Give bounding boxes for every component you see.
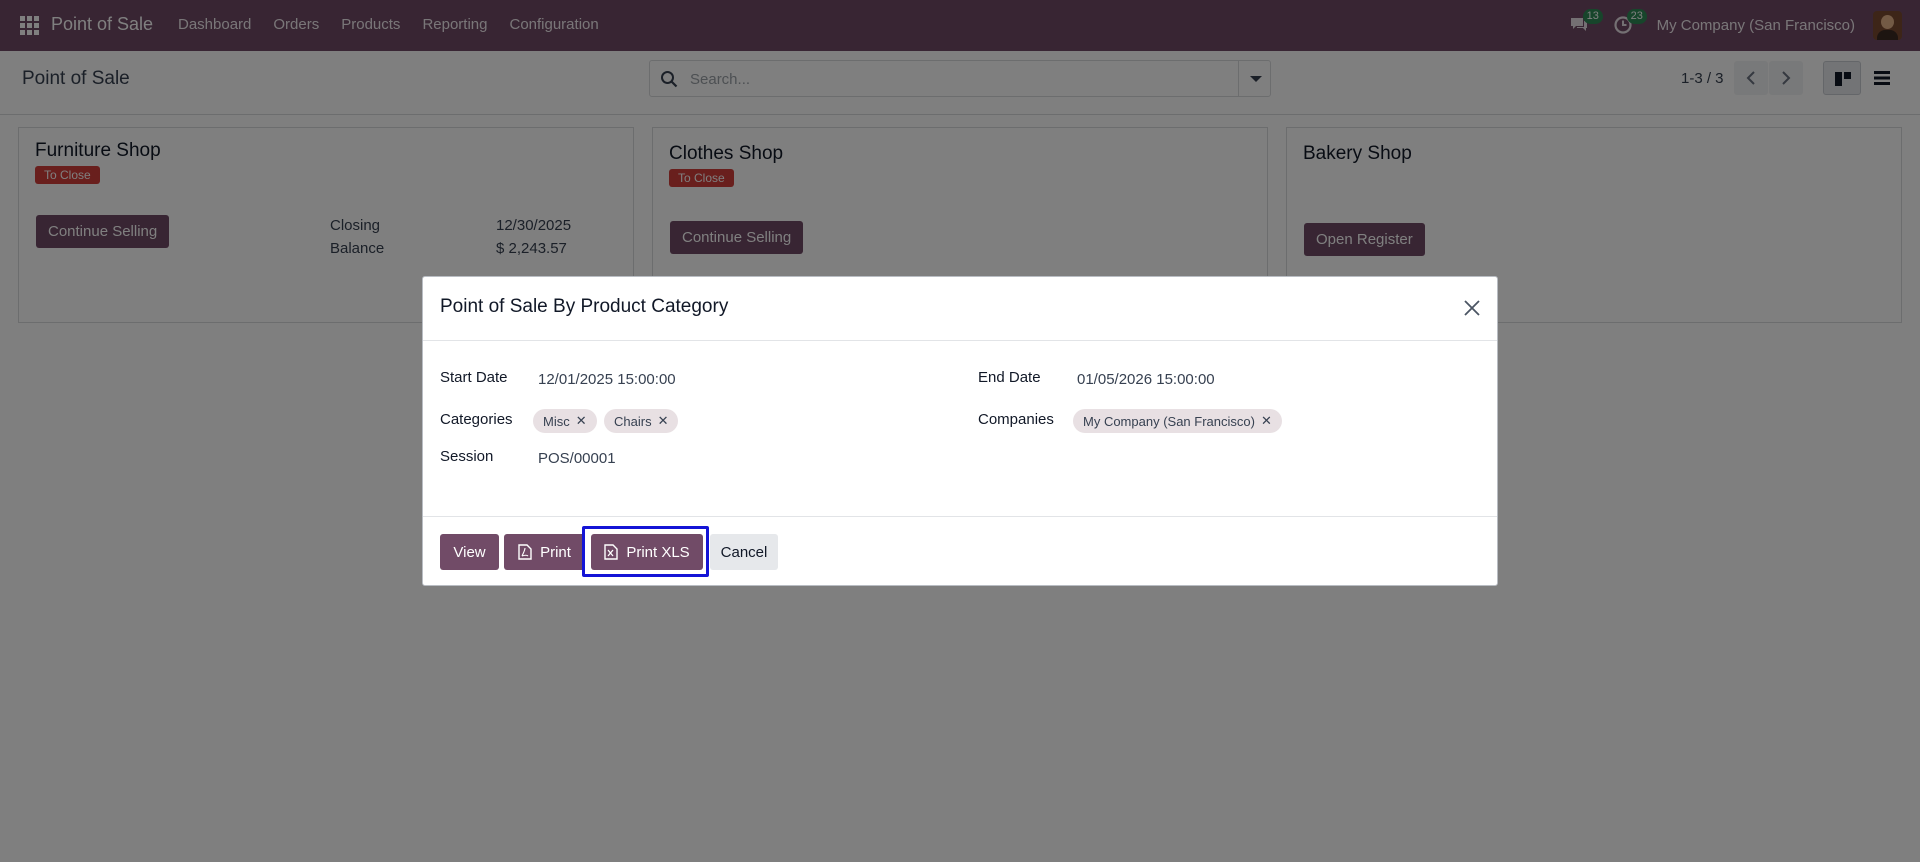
cancel-button[interactable]: Cancel (710, 534, 778, 570)
category-tag-label: Chairs (614, 413, 652, 429)
focus-highlight-box (582, 526, 709, 577)
start-date-label: Start Date (440, 369, 508, 386)
category-tag: Chairs ✕ (604, 409, 679, 433)
category-tag: Misc ✕ (533, 409, 597, 433)
report-wizard-dialog: Point of Sale By Product Category Start … (422, 276, 1498, 586)
pdf-file-icon (518, 544, 532, 560)
company-tag-label: My Company (San Francisco) (1083, 413, 1255, 429)
end-date-field[interactable]: 01/05/2026 15:00:00 (1077, 371, 1215, 388)
session-label: Session (440, 448, 494, 465)
print-button[interactable]: Print (504, 534, 585, 570)
company-tag: My Company (San Francisco) ✕ (1073, 409, 1282, 433)
modal-header: Point of Sale By Product Category (423, 277, 1497, 341)
remove-tag-icon[interactable]: ✕ (576, 413, 587, 429)
companies-label: Companies (978, 411, 1054, 428)
session-field[interactable]: POS/00001 (538, 450, 616, 467)
cancel-button-label: Cancel (720, 543, 768, 561)
start-date-field[interactable]: 12/01/2025 15:00:00 (538, 371, 676, 388)
view-button[interactable]: View (440, 534, 499, 570)
remove-tag-icon[interactable]: ✕ (1261, 413, 1272, 429)
view-button-label: View (453, 543, 486, 561)
modal-title: Point of Sale By Product Category (440, 296, 729, 317)
end-date-label: End Date (978, 369, 1041, 386)
remove-tag-icon[interactable]: ✕ (658, 413, 669, 429)
category-tag-label: Misc (543, 413, 570, 429)
categories-label: Categories (440, 411, 513, 428)
close-icon[interactable] (1463, 299, 1481, 317)
print-button-label: Print (540, 543, 571, 561)
